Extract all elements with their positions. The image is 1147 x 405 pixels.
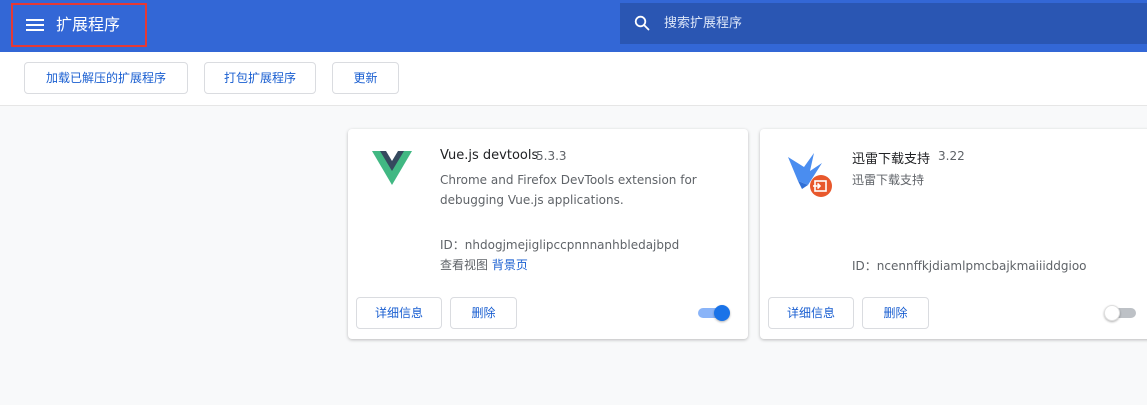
search-box[interactable] — [620, 3, 1147, 44]
toolbar: 加载已解压的扩展程序 打包扩展程序 更新 — [0, 52, 1147, 106]
enable-toggle[interactable] — [1104, 304, 1138, 322]
remove-button[interactable]: 删除 — [450, 297, 517, 329]
extension-name: Vue.js devtools — [440, 148, 539, 163]
inspect-views-label: 查看视图 — [440, 258, 489, 272]
header-bar: 扩展程序 — [0, 0, 1147, 52]
thunder-logo-icon — [788, 153, 832, 197]
extension-version: 5.3.3 — [536, 149, 567, 163]
extension-description: 迅雷下载支持 — [852, 173, 925, 187]
vue-logo-icon — [372, 151, 412, 185]
extension-card-thunder: 迅雷下载支持 3.22 迅雷下载支持 ID：ncennffkjdiamlpmcb… — [760, 129, 1147, 339]
search-icon — [634, 15, 650, 31]
page-title: 扩展程序 — [56, 15, 121, 34]
extension-description-line2: debugging Vue.js applications. — [440, 193, 624, 207]
pack-extension-button[interactable]: 打包扩展程序 — [204, 62, 316, 94]
hamburger-menu-icon[interactable] — [26, 18, 44, 32]
details-button[interactable]: 详细信息 — [768, 297, 854, 329]
details-button[interactable]: 详细信息 — [356, 297, 442, 329]
remove-button[interactable]: 删除 — [862, 297, 929, 329]
update-button[interactable]: 更新 — [332, 62, 399, 94]
extension-description-line1: Chrome and Firefox DevTools extension fo… — [440, 173, 697, 187]
extension-id: ID：ncennffkjdiamlpmcbajkmaiiiddgioo — [852, 259, 1087, 273]
enable-toggle[interactable] — [696, 304, 730, 322]
load-unpacked-button[interactable]: 加载已解压的扩展程序 — [24, 62, 188, 94]
title-highlight-box: 扩展程序 — [11, 3, 147, 47]
search-input[interactable] — [664, 3, 1134, 44]
extension-version: 3.22 — [938, 149, 965, 163]
extension-id: ID：nhdogjmejiglipccpnnnanhbledajbpd — [440, 238, 680, 252]
inspect-views: 查看视图 背景页 — [440, 256, 528, 273]
extension-name: 迅雷下载支持 — [852, 152, 931, 167]
background-page-link[interactable]: 背景页 — [492, 258, 528, 272]
extension-card-vue-devtools: Vue.js devtools 5.3.3 Chrome and Firefox… — [348, 129, 748, 339]
